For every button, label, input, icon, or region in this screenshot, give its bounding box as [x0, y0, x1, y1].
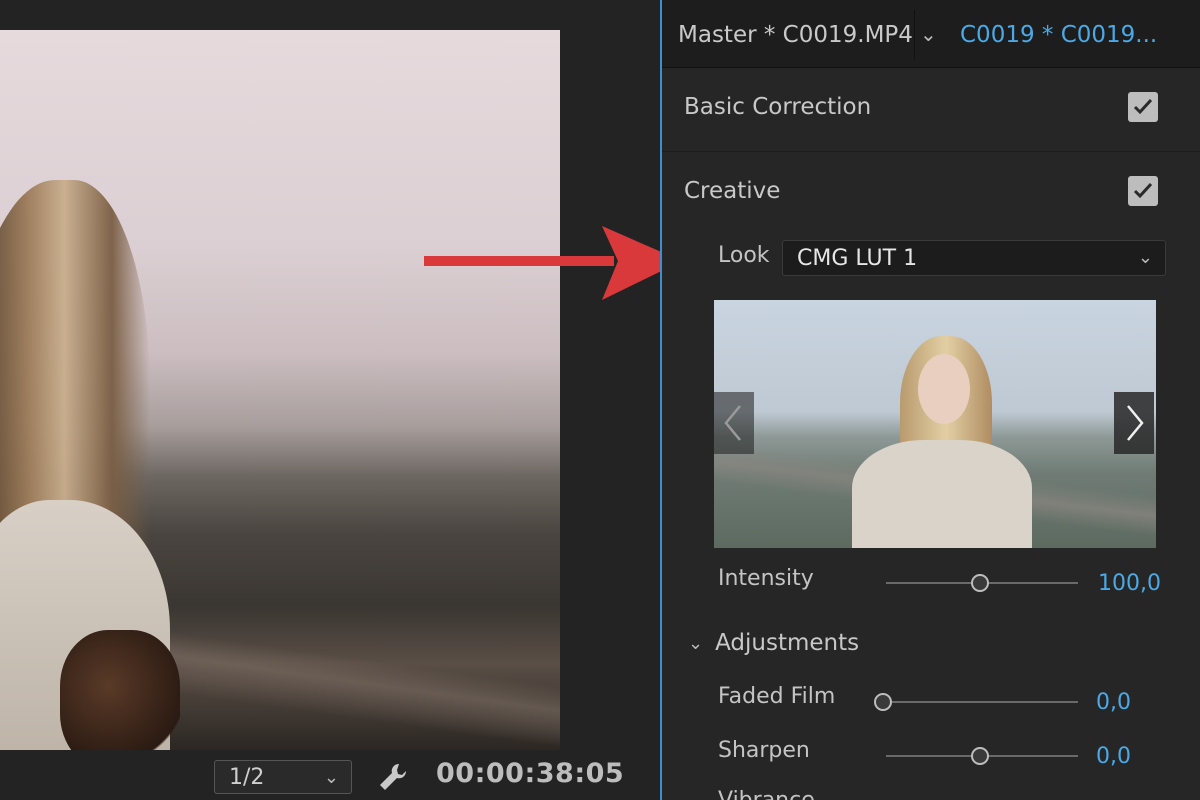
look-dropdown-value: CMG LUT 1 [797, 245, 918, 271]
sharpen-label: Sharpen [718, 738, 810, 763]
creative-checkbox[interactable] [1128, 176, 1158, 206]
intensity-label: Intensity [718, 566, 814, 591]
section-label: Basic Correction [684, 94, 872, 120]
chevron-down-icon: ⌄ [1137, 247, 1153, 268]
playback-resolution-select[interactable]: 1/2 ⌄ [214, 760, 352, 794]
chevron-down-icon: ⌄ [323, 767, 339, 788]
basic-correction-checkbox[interactable] [1128, 92, 1158, 122]
video-road [138, 628, 560, 750]
look-label: Look [718, 243, 770, 268]
look-preview-thumbnail [714, 300, 1156, 548]
program-monitor: 1/2 ⌄ 00:00:38:05 [0, 0, 660, 800]
playback-resolution-value: 1/2 [229, 764, 265, 790]
sharpen-slider-thumb[interactable] [971, 747, 989, 765]
next-look-button[interactable] [1114, 392, 1154, 454]
sharpen-value[interactable]: 0,0 [1096, 744, 1131, 769]
checkmark-icon [1133, 98, 1153, 115]
preview-subject-body [852, 440, 1032, 548]
look-dropdown[interactable]: CMG LUT 1 ⌄ [782, 240, 1166, 276]
intensity-slider-thumb[interactable] [971, 574, 989, 592]
chevron-right-icon [1127, 405, 1144, 441]
faded-film-slider-thumb[interactable] [874, 693, 892, 711]
adjustments-toggle[interactable]: ⌄ Adjustments [688, 630, 859, 656]
timecode-display: 00:00:38:05 [436, 758, 625, 789]
faded-film-slider-track[interactable] [886, 701, 1078, 703]
faded-film-value[interactable]: 0,0 [1096, 690, 1131, 715]
previous-look-button[interactable] [714, 392, 754, 454]
video-preview-frame[interactable] [0, 30, 560, 750]
vibrance-label: Vibrance [718, 788, 815, 800]
intensity-value[interactable]: 100,0 [1098, 571, 1161, 596]
section-creative[interactable]: Creative [662, 152, 1200, 236]
red-arrow-icon [424, 226, 682, 300]
adjustments-label: Adjustments [715, 630, 860, 656]
tab-master-clip[interactable]: Master * C0019.MP4 [678, 22, 913, 48]
checkmark-icon [1133, 182, 1153, 199]
chevron-left-icon [724, 405, 741, 441]
section-basic-correction[interactable]: Basic Correction [662, 68, 1200, 152]
tab-sequence-clip[interactable]: C0019 * C0019... [960, 22, 1157, 48]
preview-subject-face [918, 354, 970, 424]
panel-tab-bar: Master * C0019.MP4 ⌄ C0019 * C0019... [662, 0, 1200, 68]
chevron-down-icon: ⌄ [688, 632, 704, 654]
wrench-icon[interactable] [376, 760, 410, 794]
tab-divider [914, 10, 915, 60]
lumetri-color-panel: Master * C0019.MP4 ⌄ C0019 * C0019... Ba… [660, 0, 1200, 800]
section-label: Creative [684, 178, 781, 204]
faded-film-label: Faded Film [718, 684, 836, 709]
chevron-down-icon[interactable]: ⌄ [920, 22, 937, 46]
video-subject-leaves [60, 630, 180, 750]
